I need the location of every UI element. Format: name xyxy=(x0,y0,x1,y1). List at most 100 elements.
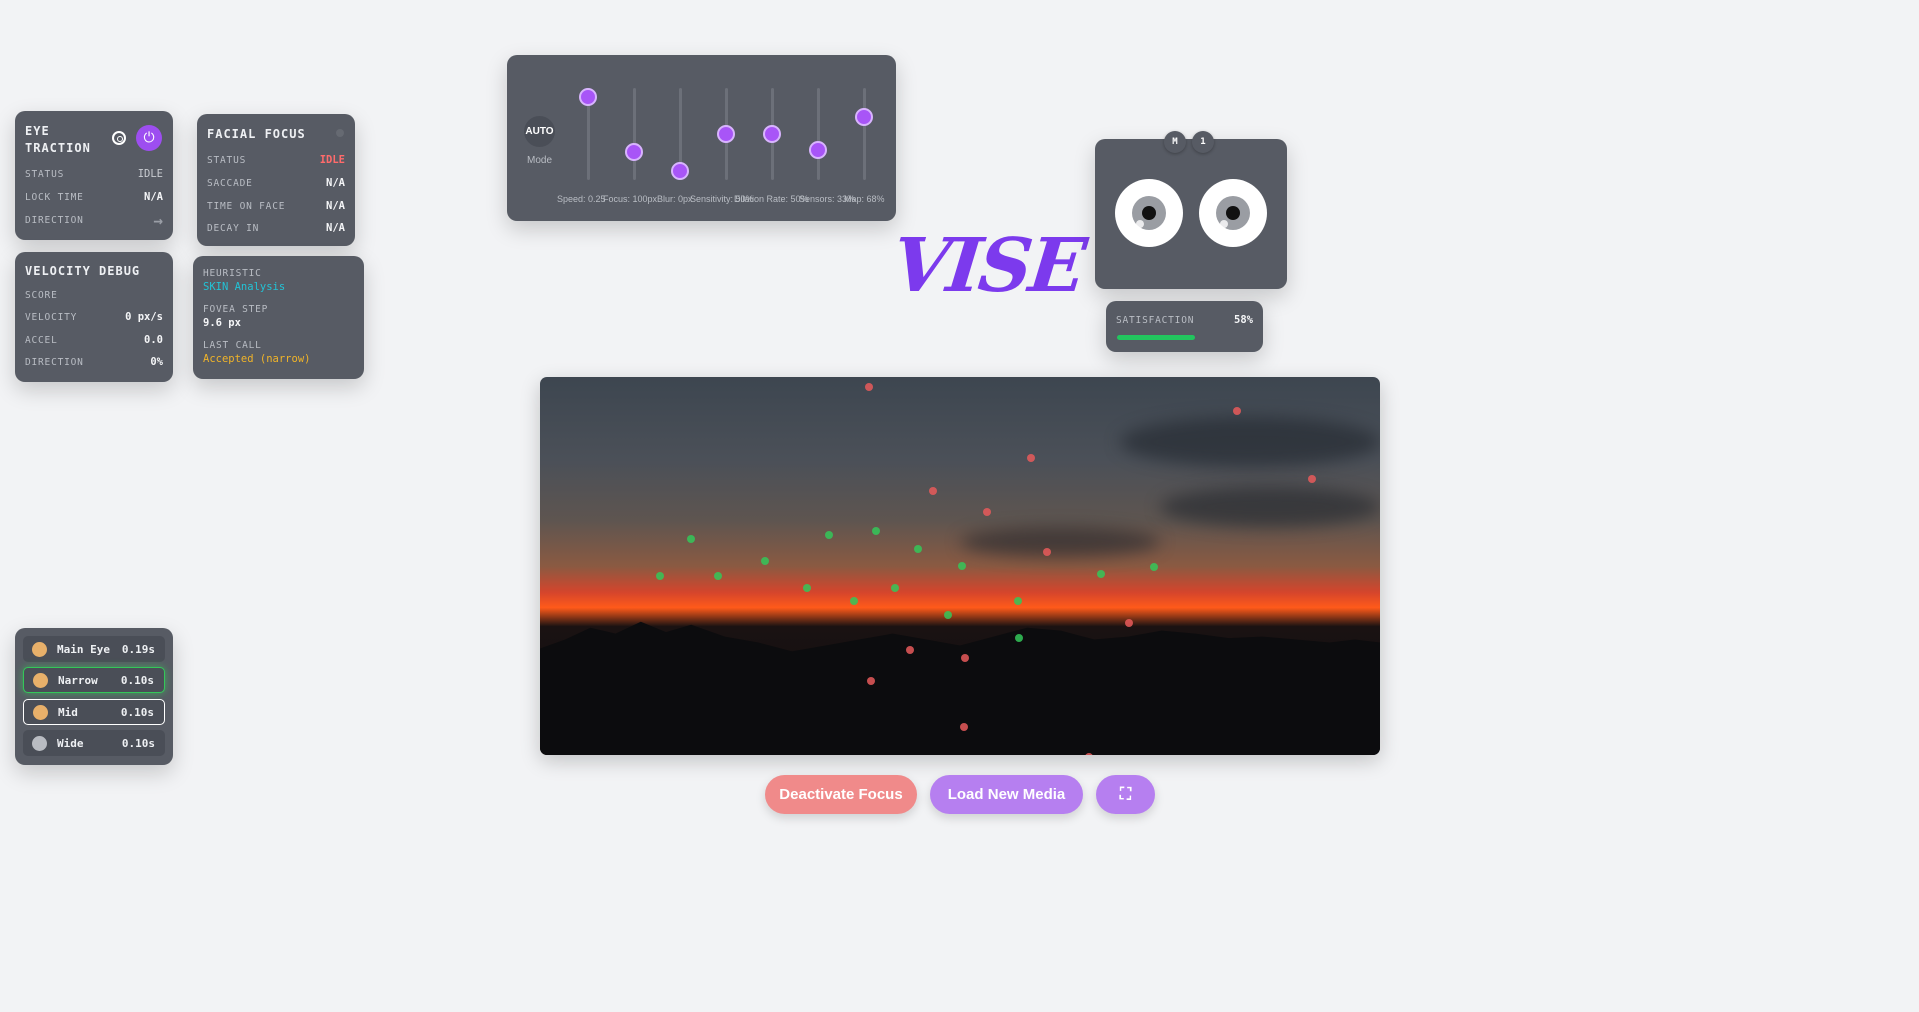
right-eye xyxy=(1199,179,1267,247)
status-row: STATUS IDLE xyxy=(207,152,345,168)
focus-point-green xyxy=(714,572,722,580)
lock-time-row: LOCK TIME N/A xyxy=(25,189,163,205)
score-label: SCORE xyxy=(25,289,58,301)
direction-label: DIRECTION xyxy=(25,356,84,368)
satisfaction-panel: SATISFACTION 58% xyxy=(1106,301,1263,352)
score-row: SCORE xyxy=(25,287,163,303)
focus-point-green xyxy=(1015,634,1023,642)
status-value: IDLE xyxy=(137,168,163,180)
deactivate-focus-button[interactable]: Deactivate Focus xyxy=(765,775,917,814)
focus-point-green xyxy=(958,562,966,570)
slider-track[interactable] xyxy=(817,88,820,180)
focus-point-green xyxy=(687,535,695,543)
lens-name: Wide xyxy=(57,736,84,750)
focus-point-red xyxy=(1125,619,1133,627)
lens-dot-icon xyxy=(33,672,48,688)
velocity-value: 0 px/s xyxy=(125,311,163,323)
slider-knob[interactable] xyxy=(671,161,689,180)
focus-point-red xyxy=(867,677,875,685)
status-dot-icon xyxy=(336,129,344,137)
lock-time-value: N/A xyxy=(144,191,163,203)
lens-wide[interactable]: Wide 0.10s xyxy=(23,730,165,756)
status-label: STATUS xyxy=(25,168,65,180)
lens-name: Mid xyxy=(58,705,78,719)
slider-label: Blur: 0px xyxy=(657,194,693,204)
cloud xyxy=(960,527,1160,557)
satisfaction-value: 58% xyxy=(1234,314,1253,326)
time-on-face-label: TIME ON FACE xyxy=(207,200,286,212)
saccade-label: SACCADE xyxy=(207,177,253,189)
focus-point-green xyxy=(825,531,833,539)
lens-narrow[interactable]: Narrow 0.10s xyxy=(23,667,165,693)
lens-time: 0.10s xyxy=(120,705,154,719)
direction-row: DIRECTION → xyxy=(25,211,163,230)
focus-point-green xyxy=(1097,570,1105,578)
lens-name: Main Eye xyxy=(57,642,110,656)
media-viewport[interactable] xyxy=(540,377,1380,755)
heuristic-value: SKIN Analysis xyxy=(203,281,286,293)
power-button[interactable]: ⏻ xyxy=(136,125,162,151)
direction-row: DIRECTION 0% xyxy=(25,354,163,370)
focus-point-green xyxy=(656,572,664,580)
lens-time: 0.19s xyxy=(121,642,155,656)
last-call-block: LAST CALL Accepted (narrow) xyxy=(203,340,310,365)
cloud xyxy=(1160,487,1380,527)
focus-point-red xyxy=(906,646,914,654)
time-on-face-value: N/A xyxy=(326,200,345,212)
expand-icon: ⛶ xyxy=(1119,785,1132,803)
focus-point-red xyxy=(1308,475,1316,483)
target-icon[interactable] xyxy=(112,131,126,145)
lens-panel: Main Eye 0.19s Narrow 0.10s Mid 0.10s Wi… xyxy=(15,628,173,765)
heuristic-label: HEURISTIC xyxy=(203,268,262,279)
focus-point-green xyxy=(1014,597,1022,605)
tag-m[interactable]: M xyxy=(1164,131,1186,153)
tag-1[interactable]: 1 xyxy=(1192,131,1214,153)
slider-knob[interactable] xyxy=(855,108,873,127)
decay-in-row: DECAY IN N/A xyxy=(207,220,345,236)
slider-knob[interactable] xyxy=(625,143,643,162)
velocity-debug-title: VELOCITY DEBUG xyxy=(25,264,141,278)
focus-point-red xyxy=(929,487,937,495)
focus-point-green xyxy=(914,545,922,553)
lock-time-label: LOCK TIME xyxy=(25,191,84,203)
saccade-value: N/A xyxy=(326,177,345,189)
lens-main-eye[interactable]: Main Eye 0.19s xyxy=(23,636,165,662)
fovea-step-value: 9.6 px xyxy=(203,317,241,329)
slider-knob[interactable] xyxy=(579,88,597,107)
direction-value: 0% xyxy=(150,356,163,368)
decay-in-label: DECAY IN xyxy=(207,222,260,234)
satisfaction-row: SATISFACTION 58% xyxy=(1116,312,1253,328)
left-eye xyxy=(1115,179,1183,247)
slider-track[interactable] xyxy=(633,88,636,180)
slider-label: Dilation Rate: 50% xyxy=(734,194,809,204)
focus-point-red xyxy=(1085,753,1093,755)
slider-label: Speed: 0.25 xyxy=(557,194,606,204)
slider-knob[interactable] xyxy=(809,140,827,159)
focus-point-red xyxy=(983,508,991,516)
fullscreen-button[interactable]: ⛶ xyxy=(1096,775,1155,814)
right-glint xyxy=(1220,220,1228,228)
power-icon: ⏻ xyxy=(143,130,155,146)
focus-point-green xyxy=(803,584,811,592)
right-pupil xyxy=(1226,206,1240,220)
focus-point-red xyxy=(960,723,968,731)
lens-mid[interactable]: Mid 0.10s xyxy=(23,699,165,725)
slider-knob[interactable] xyxy=(763,125,781,143)
focus-point-green xyxy=(850,597,858,605)
auto-mode-button[interactable]: AUTO xyxy=(524,116,555,147)
eyes-panel: M 1 xyxy=(1095,131,1287,289)
velocity-row: VELOCITY 0 px/s xyxy=(25,309,163,325)
slider-knob[interactable] xyxy=(717,125,735,143)
lens-time: 0.10s xyxy=(120,673,154,687)
cloud xyxy=(1120,417,1380,467)
load-new-media-button[interactable]: Load New Media xyxy=(930,775,1083,814)
facial-focus-panel: FACIAL FOCUS STATUS IDLE SACCADE N/A TIM… xyxy=(197,114,355,246)
saccade-row: SACCADE N/A xyxy=(207,175,345,191)
slider-label: Map: 68% xyxy=(844,194,885,204)
focus-point-red xyxy=(1233,407,1241,415)
heuristic-panel: HEURISTIC SKIN Analysis FOVEA STEP 9.6 p… xyxy=(193,256,364,379)
slider-track[interactable] xyxy=(863,88,866,180)
accel-label: ACCEL xyxy=(25,334,58,346)
fovea-step-label: FOVEA STEP xyxy=(203,304,269,315)
vise-logo: VISE xyxy=(888,223,1088,309)
